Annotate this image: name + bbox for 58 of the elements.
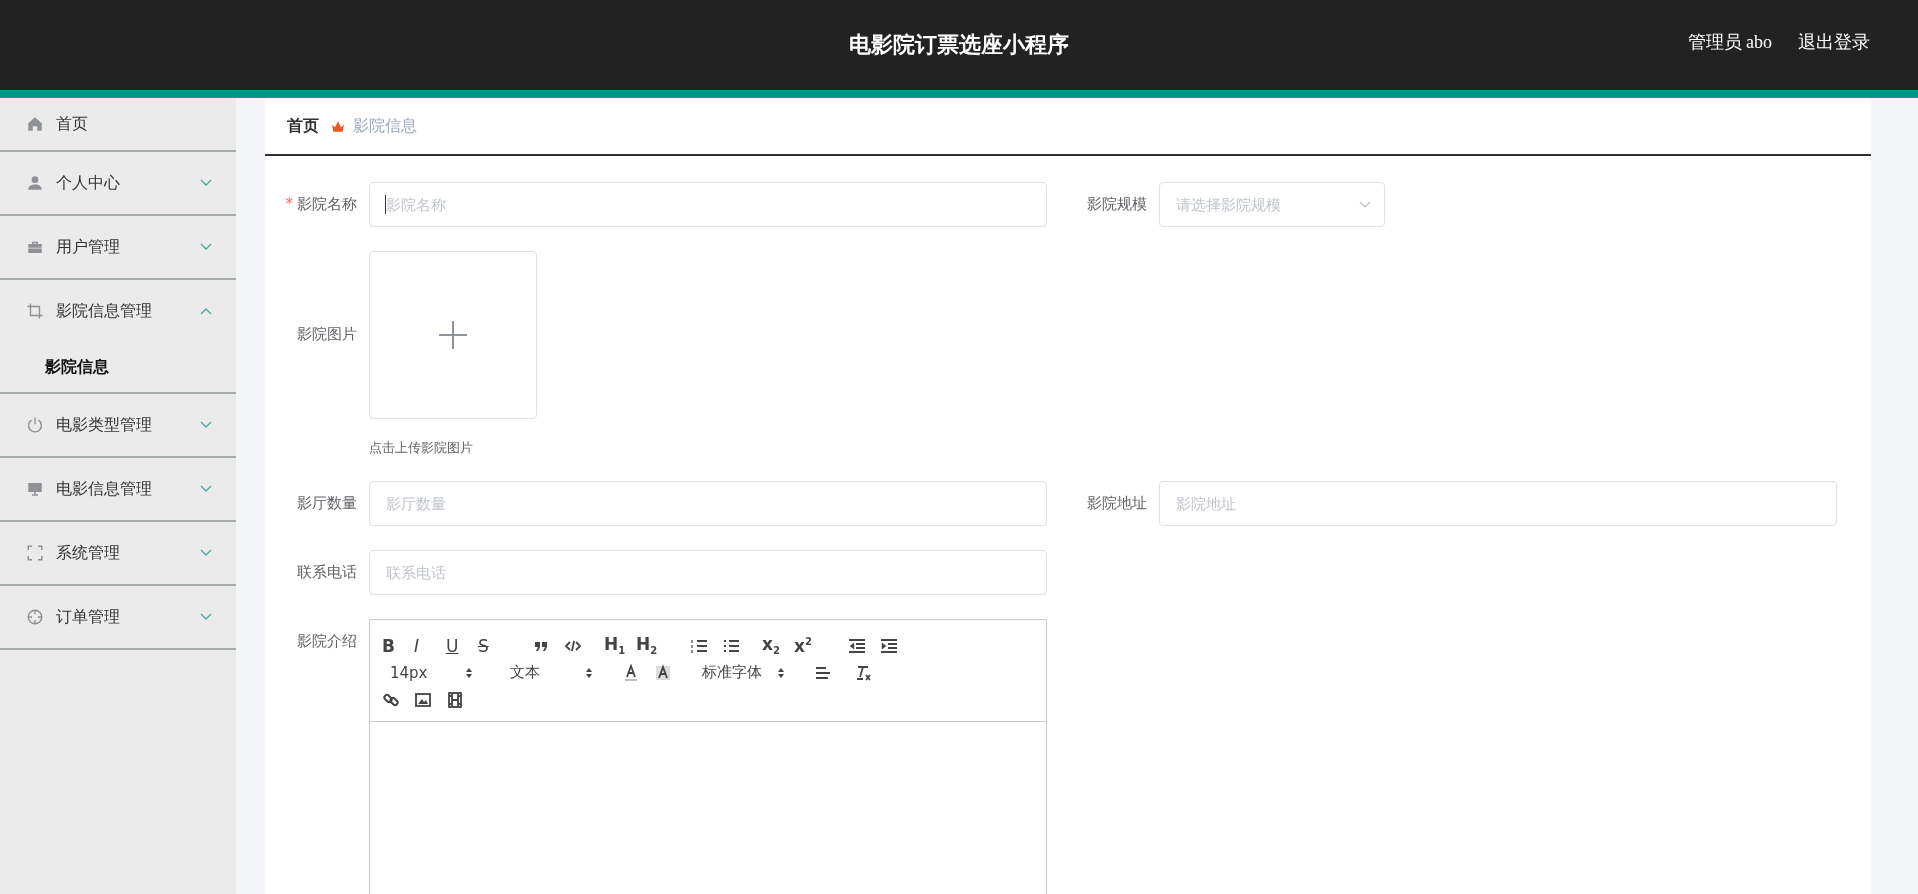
format-button[interactable]: B — [382, 635, 414, 656]
video-icon[interactable] — [446, 690, 464, 709]
indent-icon[interactable] — [880, 636, 898, 655]
text-color-icon[interactable] — [622, 663, 640, 682]
format-button[interactable]: U — [446, 635, 478, 656]
breadcrumb-link[interactable]: 首页 — [287, 115, 319, 137]
background-color-icon[interactable] — [654, 663, 672, 682]
field-label: 影院地址 — [1087, 493, 1147, 514]
format-button[interactable]: I — [414, 635, 446, 656]
sidebar-item[interactable]: 电影类型管理 — [0, 394, 236, 456]
outdent-icon[interactable] — [848, 636, 866, 655]
field-label: 影院介绍 — [297, 631, 357, 652]
sidebar-item[interactable]: 个人中心 — [0, 152, 236, 214]
crosshair-icon — [26, 608, 44, 626]
text-field[interactable]: 影院名称 — [369, 182, 1047, 227]
text-caret — [385, 195, 386, 214]
up-down-arrows-icon — [466, 667, 472, 678]
format-button[interactable]: H$_{2}$ — [636, 634, 668, 657]
plus-icon — [439, 321, 467, 349]
sidebar-subitem[interactable]: 影院信息 — [0, 342, 236, 392]
up-down-arrows-icon — [778, 667, 784, 678]
text-field[interactable]: 影厅数量 — [369, 481, 1047, 526]
app-title: 电影院订票选座小程序 — [849, 31, 1069, 59]
text-field[interactable]: 影院地址 — [1159, 481, 1837, 526]
toolbar-picker[interactable]: 标准字体 — [694, 663, 784, 682]
logout-link[interactable]: 退出登录 — [1798, 30, 1870, 54]
toolbar-picker[interactable]: 文本 — [502, 663, 592, 682]
upload-hint: 点击上传影院图片 — [369, 439, 474, 457]
toolbar-picker[interactable]: 14px — [382, 663, 472, 682]
crown-icon — [331, 119, 345, 133]
sidebar-item[interactable]: 用户管理 — [0, 216, 236, 278]
field-label: 影院图片 — [297, 324, 357, 345]
field-label: * 影院名称 — [285, 194, 357, 215]
sidebar-item[interactable]: 首页 — [0, 98, 236, 150]
clear-format-icon[interactable] — [854, 663, 872, 682]
sidebar-item[interactable]: 影院信息管理 — [0, 280, 236, 342]
select-field[interactable]: 请选择影院规模 — [1159, 182, 1385, 227]
chevron-down-icon — [1359, 201, 1371, 209]
field-label: 影厅数量 — [297, 493, 357, 514]
format-button[interactable]: S — [478, 635, 510, 656]
format-button[interactable]: H$_{1}$ — [604, 634, 636, 657]
sidebar-item[interactable]: 订单管理 — [0, 586, 236, 648]
format-button[interactable]: x$^{2}$ — [794, 635, 826, 656]
image-icon[interactable] — [414, 690, 432, 709]
monitor-icon — [26, 480, 44, 498]
text-field[interactable]: 联系电话 — [369, 550, 1047, 595]
power-icon — [26, 416, 44, 434]
up-down-arrows-icon — [586, 667, 592, 678]
field-label: 联系电话 — [297, 562, 357, 583]
format-button[interactable]: x$_{2}$ — [762, 634, 794, 657]
user-icon — [26, 174, 44, 192]
sidebar-item[interactable]: 电影信息管理 — [0, 458, 236, 520]
field-label: 影院规模 — [1087, 194, 1147, 215]
sidebar-item[interactable]: 系统管理 — [0, 522, 236, 584]
crop-icon — [26, 302, 44, 320]
admin-name: 管理员 abo — [1687, 31, 1772, 54]
scan-icon — [26, 544, 44, 562]
home-icon — [26, 115, 44, 133]
